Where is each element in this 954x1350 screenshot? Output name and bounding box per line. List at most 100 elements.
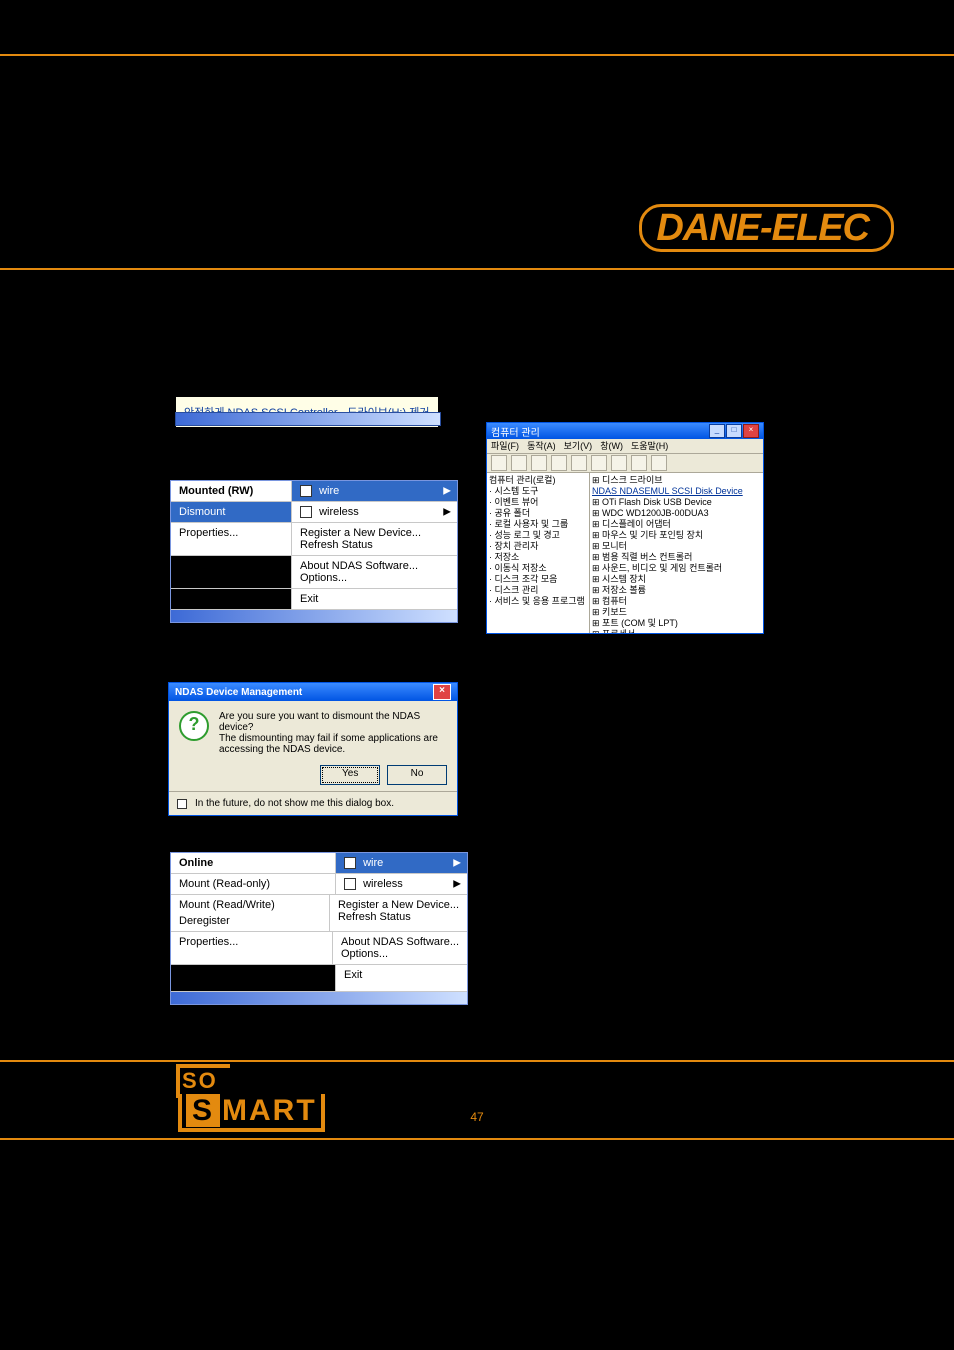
tree-item[interactable]: ⊞ 디스플레이 어댑터 [592,519,761,530]
toolbar-button[interactable] [591,455,607,471]
window-titlebar[interactable]: 컴퓨터 관리 _ □ × [487,423,763,439]
menu-item-wire[interactable]: wire ▶ [292,481,457,501]
tree-item[interactable]: · 디스크 조각 모음 [489,574,587,585]
menu-item-options[interactable]: Options... [341,948,459,960]
status-online: Online [171,853,336,873]
menu-item-register[interactable]: Register a New Device... [338,899,459,911]
menu-item-mount-ro[interactable]: Mount (Read-only) [171,874,336,894]
menu-item-about[interactable]: About NDAS Software... [341,936,459,948]
logo-s: S [186,1094,220,1127]
no-button[interactable]: No [387,765,447,785]
menu-item-refresh[interactable]: Refresh Status [338,911,459,923]
tree-item[interactable]: ⊞ 범용 직렬 버스 컨트롤러 [592,552,761,563]
tree-item[interactable]: ⊞ 마우스 및 기타 포인팅 장치 [592,530,761,541]
menu-item-properties[interactable]: Properties... [171,932,333,964]
toolbar-button[interactable] [491,455,507,471]
footer: SO SMART 47 [0,1062,954,1134]
tree-item[interactable]: · 디스크 관리 [489,585,587,596]
maximize-button[interactable]: □ [726,424,742,438]
yes-button[interactable]: Yes [320,765,380,785]
tree-item[interactable]: · 서비스 및 응용 프로그램 [489,596,587,607]
menu-group: About NDAS Software... Options... [292,556,457,588]
menu-view[interactable]: 보기(V) [564,439,593,453]
menu-item-properties[interactable]: Properties... [171,523,292,555]
tray-menu-online: Online wire ▶ Mount (Read-only) wireless… [170,852,468,1005]
menu-label: wireless [363,878,403,890]
chevron-right-icon: ▶ [443,486,451,497]
tree-item[interactable]: NDAS NDASEMUL SCSI Disk Device [592,486,761,497]
tree-item[interactable]: · 장치 관리자 [489,541,587,552]
tree-item[interactable]: ⊞ 프로세서 [592,629,761,633]
menu-item-refresh[interactable]: Refresh Status [300,539,449,551]
divider [0,268,954,270]
menu-window[interactable]: 창(W) [600,439,623,453]
left-tree[interactable]: 컴퓨터 관리(로컬)· 시스템 도구 · 이벤트 뷰어 · 공유 폴더 · 로컬… [487,473,590,633]
toolbar-button[interactable] [651,455,667,471]
tree-item[interactable]: ⊞ WDC WD1200JB-00DUA3 [592,508,761,519]
tree-item[interactable]: ⊞ OTi Flash Disk USB Device [592,497,761,508]
tree-item[interactable]: · 공유 폴더 [489,508,587,519]
tree-item[interactable]: ⊞ 시스템 장치 [592,574,761,585]
menu-bar[interactable]: 파일(F) 동작(A) 보기(V) 창(W) 도움말(H) [487,439,763,453]
spacer [171,965,336,991]
right-tree[interactable]: ⊞ 디스크 드라이브NDAS NDASEMUL SCSI Disk Device… [590,473,763,633]
checkbox[interactable] [177,799,187,809]
device-manager-window: 컴퓨터 관리 _ □ × 파일(F) 동작(A) 보기(V) 창(W) 도움말(… [486,422,764,634]
dialog-titlebar[interactable]: NDAS Device Management × [169,683,457,701]
tree-item[interactable]: · 저장소 [489,552,587,563]
tree-item[interactable]: ⊞ 키보드 [592,607,761,618]
toolbar-button[interactable] [631,455,647,471]
menu-item-dismount[interactable]: Dismount [171,502,292,522]
tree-item[interactable]: · 이벤트 뷰어 [489,497,587,508]
menu-item-exit[interactable]: Exit [336,965,467,991]
menu-label: wire [363,857,383,869]
menu-label: wire [319,485,339,497]
checkbox-label: In the future, do not show me this dialo… [195,798,394,809]
menu-item-wireless[interactable]: wireless ▶ [292,502,457,522]
tree-item[interactable]: ⊞ 포트 (COM 및 LPT) [592,618,761,629]
logo-smart: SMART [178,1094,325,1132]
message-line: The dismounting may fail if some applica… [219,733,447,755]
minimize-button[interactable]: _ [709,424,725,438]
menu-item-exit[interactable]: Exit [292,589,457,609]
menu-group: Register a New Device... Refresh Status [330,895,467,931]
toolbar-button[interactable] [571,455,587,471]
dialog-message: Are you sure you want to dismount the ND… [219,711,447,755]
menu-help[interactable]: 도움말(H) [631,439,668,453]
chevron-right-icon: ▶ [443,507,451,518]
tree-item[interactable]: ⊞ 컴퓨터 [592,596,761,607]
menu-group: Mount (Read/Write) Deregister [171,895,330,931]
tree-item[interactable]: ⊞ 디스크 드라이브 [592,475,761,486]
taskbar-strip [175,412,441,426]
tree-item[interactable]: · 이동식 저장소 [489,563,587,574]
tree-item[interactable]: · 성능 로그 및 경고 [489,530,587,541]
menu-item-about[interactable]: About NDAS Software... [300,560,449,572]
status-mounted: Mounted (RW) [171,481,292,501]
menu-item-register[interactable]: Register a New Device... [300,527,449,539]
menu-item-mount-rw[interactable]: Mount (Read/Write) [179,899,321,911]
menu-item-deregister[interactable]: Deregister [179,915,321,927]
checkbox-icon [300,485,312,497]
page: DANE-ELEC 안전하게 NDAS SCSI Controller - 드라… [0,0,954,1350]
menu-item-options[interactable]: Options... [300,572,449,584]
menu-file[interactable]: 파일(F) [491,439,519,453]
menu-item-wireless[interactable]: wireless ▶ [336,874,467,894]
logo-so: SO [176,1064,230,1098]
menu-action[interactable]: 동작(A) [527,439,556,453]
toolbar-button[interactable] [531,455,547,471]
spacer [171,556,292,588]
toolbar-button[interactable] [511,455,527,471]
tree-item[interactable]: 컴퓨터 관리(로컬) [489,475,587,486]
tree-item[interactable]: ⊞ 모니터 [592,541,761,552]
toolbar-button[interactable] [551,455,567,471]
tree-item[interactable]: ⊞ 저장소 볼륨 [592,585,761,596]
close-button[interactable]: × [743,424,759,438]
taskbar-strip [171,992,467,1004]
so-smart-logo: SO SMART [176,1064,325,1132]
menu-item-wire[interactable]: wire ▶ [336,853,467,873]
tree-item[interactable]: · 시스템 도구 [489,486,587,497]
close-button[interactable]: × [433,684,451,700]
toolbar-button[interactable] [611,455,627,471]
tree-item[interactable]: ⊞ 사운드, 비디오 및 게임 컨트롤러 [592,563,761,574]
tree-item[interactable]: · 로컬 사용자 및 그룹 [489,519,587,530]
